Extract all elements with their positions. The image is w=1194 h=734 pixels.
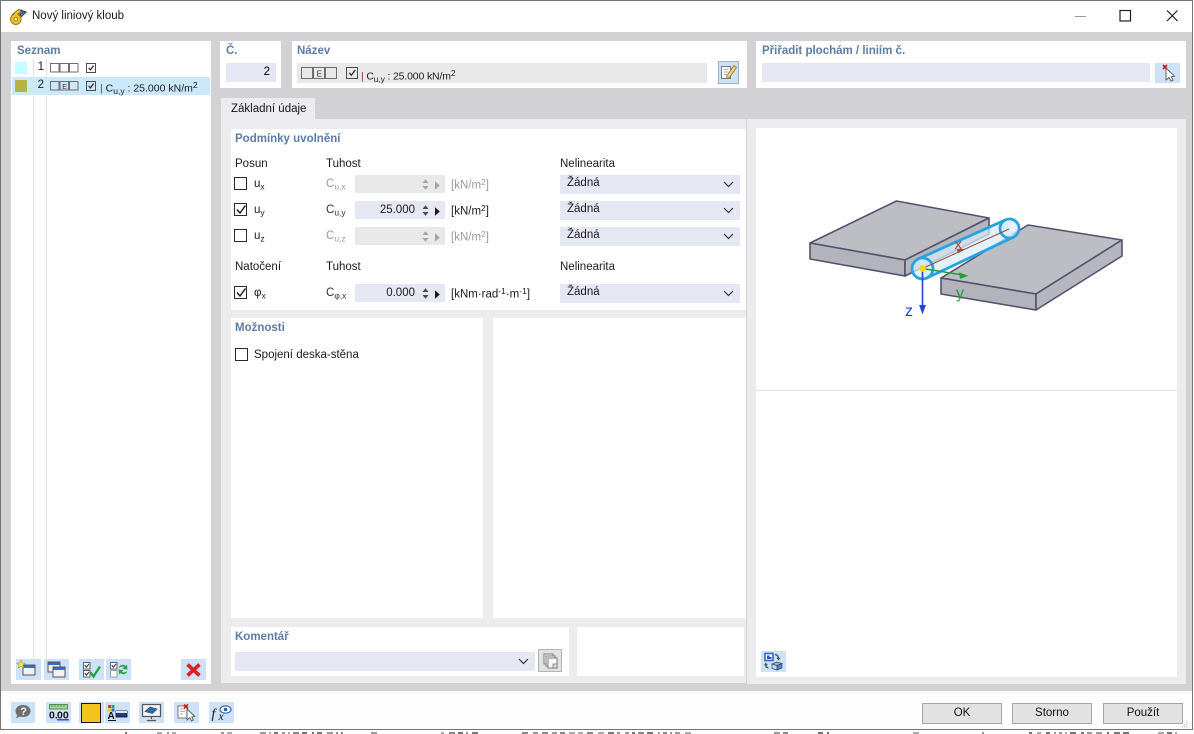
svg-text:x: x	[955, 236, 963, 253]
svg-text:z: z	[905, 303, 913, 320]
svg-text:f: f	[212, 706, 218, 721]
svg-text:y: y	[956, 285, 964, 302]
svg-text:E: E	[62, 84, 67, 91]
svg-text:?: ?	[20, 706, 27, 718]
svg-text:E: E	[317, 70, 322, 79]
